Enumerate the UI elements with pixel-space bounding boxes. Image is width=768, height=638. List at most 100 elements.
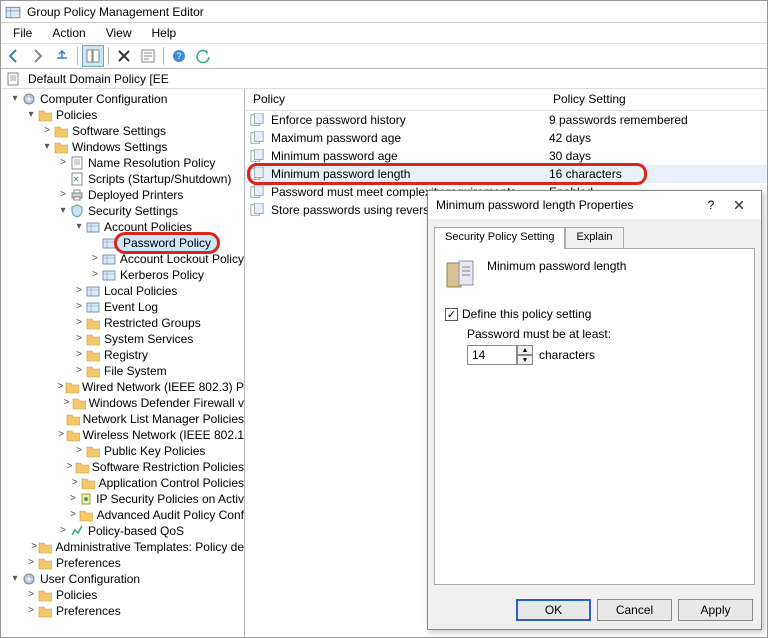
tree-node[interactable]: >Event Log [1, 299, 244, 315]
tree-node[interactable]: >Public Key Policies [1, 443, 244, 459]
col-policy[interactable]: Policy [245, 89, 545, 110]
expand-toggle[interactable]: ▾ [9, 91, 21, 107]
tree-node[interactable]: ▾User Configuration [1, 571, 244, 587]
expand-toggle[interactable]: > [69, 475, 80, 491]
tree-node[interactable]: Password Policy [1, 235, 244, 251]
tree-node[interactable]: >Wireless Network (IEEE 802.1 [1, 427, 244, 443]
expand-toggle[interactable]: > [56, 427, 65, 443]
expand-toggle[interactable]: > [89, 267, 101, 283]
expand-toggle[interactable]: > [73, 283, 85, 299]
tree-node[interactable]: Scripts (Startup/Shutdown) [1, 171, 244, 187]
tree-node[interactable]: >Administrative Templates: Policy de [1, 539, 244, 555]
nav-up-button[interactable] [51, 45, 73, 67]
properties-button[interactable] [137, 45, 159, 67]
value-input[interactable] [467, 345, 517, 365]
expand-toggle[interactable]: > [68, 507, 79, 523]
expand-toggle[interactable]: > [25, 555, 37, 571]
expand-toggle[interactable]: > [30, 539, 39, 555]
scope-view-button[interactable] [82, 45, 104, 67]
tree-node[interactable]: >Deployed Printers [1, 187, 244, 203]
tab-security-policy-setting[interactable]: Security Policy Setting [434, 227, 565, 249]
expand-toggle[interactable]: > [56, 379, 65, 395]
toolbar-divider [77, 47, 78, 65]
tree-node[interactable]: >Account Lockout Policy [1, 251, 244, 267]
expand-toggle[interactable]: ▾ [9, 571, 21, 587]
tree-node[interactable]: > IP Security Policies on Activ [1, 491, 244, 507]
tree-node[interactable]: >Windows Defender Firewall v [1, 395, 244, 411]
checkbox-icon: ✓ [445, 308, 458, 321]
tree-node[interactable]: >Software Settings [1, 123, 244, 139]
tree-node[interactable]: >Name Resolution Policy [1, 155, 244, 171]
define-policy-checkbox[interactable]: ✓ Define this policy setting [445, 307, 744, 321]
tree-node[interactable]: > Registry [1, 347, 244, 363]
apply-button[interactable]: Apply [678, 599, 753, 621]
expand-toggle[interactable]: > [73, 443, 85, 459]
tree-node[interactable]: >Policies [1, 587, 244, 603]
expand-toggle[interactable]: > [89, 251, 101, 267]
help-button[interactable] [168, 45, 190, 67]
dialog-tabs: Security Policy Setting Explain [434, 227, 755, 249]
breadcrumb-bar: Default Domain Policy [EE [1, 69, 767, 89]
tree-node[interactable]: ▾Computer Configuration [1, 91, 244, 107]
policy-row[interactable]: Enforce password history9 passwords reme… [245, 111, 767, 129]
tree-node[interactable]: Network List Manager Policies [1, 411, 244, 427]
policy-row[interactable]: Maximum password age42 days [245, 129, 767, 147]
tree-node[interactable]: >Policy-based QoS [1, 523, 244, 539]
expand-toggle[interactable]: ▾ [57, 203, 69, 219]
expand-toggle[interactable]: > [41, 123, 53, 139]
expand-toggle[interactable]: > [57, 187, 69, 203]
tree-node[interactable]: ▾Policies [1, 107, 244, 123]
expand-toggle[interactable]: > [62, 395, 72, 411]
tree-node[interactable]: >File System [1, 363, 244, 379]
tree-node[interactable]: ▾Security Settings [1, 203, 244, 219]
spin-down-button[interactable]: ▼ [517, 355, 533, 365]
tree-node[interactable]: >Preferences [1, 603, 244, 619]
nav-tree[interactable]: ▾Computer Configuration▾Policies>Softwar… [1, 89, 245, 637]
menu-help[interactable]: Help [142, 24, 187, 42]
tree-node[interactable]: >Restricted Groups [1, 315, 244, 331]
policy-row[interactable]: Minimum password age30 days [245, 147, 767, 165]
nav-back-button[interactable] [3, 45, 25, 67]
ok-button[interactable]: OK [516, 599, 591, 621]
tree-node[interactable]: >Software Restriction Policies [1, 459, 244, 475]
expand-toggle[interactable]: > [73, 299, 85, 315]
nav-forward-button[interactable] [27, 45, 49, 67]
tree-node[interactable]: >Preferences [1, 555, 244, 571]
tree-node[interactable]: >Advanced Audit Policy Conf [1, 507, 244, 523]
tree-label: IP Security Policies on Activ [96, 491, 244, 507]
policy-row[interactable]: Minimum password length16 characters [245, 165, 767, 183]
expand-toggle[interactable]: ▾ [73, 219, 85, 235]
expand-toggle[interactable]: > [73, 331, 85, 347]
tree-node[interactable]: >System Services [1, 331, 244, 347]
tab-explain[interactable]: Explain [565, 227, 623, 249]
tree-node[interactable]: >Wired Network (IEEE 802.3) P [1, 379, 244, 395]
expand-toggle[interactable]: ▾ [41, 139, 53, 155]
dialog-close-button[interactable] [725, 195, 753, 215]
expand-toggle[interactable]: > [73, 315, 85, 331]
expand-toggle[interactable]: > [67, 491, 78, 507]
refresh-button[interactable] [192, 45, 214, 67]
reg-icon [101, 251, 117, 267]
expand-toggle[interactable]: > [25, 603, 37, 619]
menu-view[interactable]: View [96, 24, 142, 42]
expand-toggle[interactable]: ▾ [25, 107, 37, 123]
expand-toggle[interactable]: > [64, 459, 75, 475]
menu-action[interactable]: Action [42, 24, 95, 42]
expand-toggle[interactable]: > [73, 347, 85, 363]
expand-toggle[interactable]: > [25, 587, 37, 603]
window-title: Group Policy Management Editor [27, 5, 204, 19]
tree-node[interactable]: >Local Policies [1, 283, 244, 299]
tree-node[interactable]: >Kerberos Policy [1, 267, 244, 283]
expand-toggle[interactable]: > [73, 363, 85, 379]
tree-label: Registry [104, 347, 148, 363]
cancel-button[interactable]: Cancel [597, 599, 672, 621]
expand-toggle[interactable]: > [57, 523, 69, 539]
delete-button[interactable] [113, 45, 135, 67]
expand-toggle[interactable]: > [57, 155, 69, 171]
tree-node[interactable]: ▾Windows Settings [1, 139, 244, 155]
spin-up-button[interactable]: ▲ [517, 345, 533, 355]
menu-file[interactable]: File [3, 24, 42, 42]
dialog-help-button[interactable]: ? [697, 195, 725, 215]
tree-node[interactable]: >Application Control Policies [1, 475, 244, 491]
col-setting[interactable]: Policy Setting [545, 89, 634, 110]
